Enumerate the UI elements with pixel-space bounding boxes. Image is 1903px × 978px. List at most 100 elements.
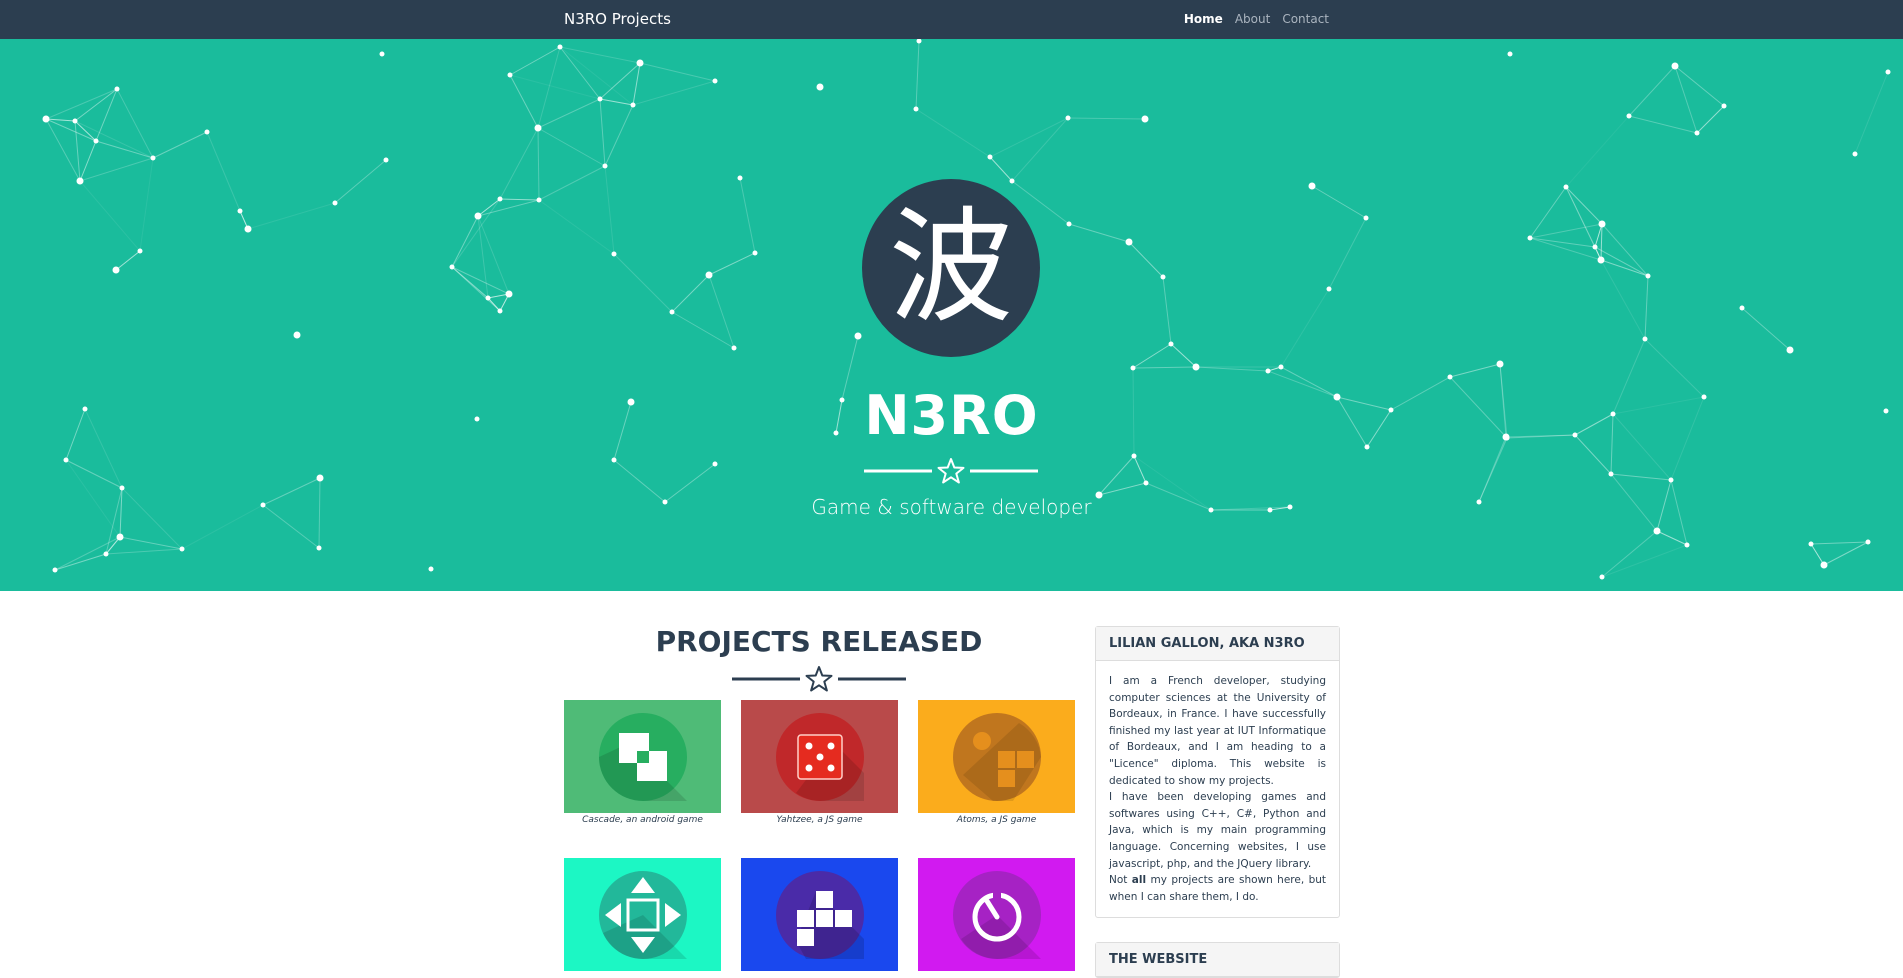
network-node: [1668, 477, 1674, 483]
network-node: [1626, 113, 1632, 119]
network-node: [987, 154, 993, 160]
network-node: [1066, 221, 1072, 227]
network-node: [497, 196, 503, 202]
network-node: [1563, 184, 1569, 190]
about-panel-title: Lilian Gallon, aka N3RO: [1096, 627, 1339, 661]
network-node: [1308, 182, 1316, 190]
network-line: [559, 46, 601, 100]
network-line: [1644, 275, 1649, 340]
network-line: [613, 253, 673, 313]
network-line: [95, 140, 154, 159]
network-node: [1852, 151, 1858, 157]
network-line: [499, 198, 540, 201]
network-node: [379, 51, 385, 57]
network-node: [1447, 374, 1453, 380]
network-node: [705, 271, 713, 279]
timer-icon: [960, 890, 1041, 959]
about-emphasis: all: [1131, 874, 1147, 887]
network-node: [1684, 542, 1690, 548]
network-line: [1132, 366, 1197, 369]
network-node: [536, 197, 542, 203]
network-node: [1653, 527, 1661, 535]
website-panel-title: The website: [1096, 943, 1339, 977]
network-line: [559, 46, 634, 106]
project-tile-timer[interactable]: [918, 858, 1075, 971]
network-node: [485, 295, 491, 301]
network-node: [244, 225, 252, 233]
network-line: [989, 156, 1013, 182]
project-tile-yahtzee[interactable]: [741, 700, 898, 813]
star-icon: [937, 458, 965, 484]
top-navbar: N3RO Projects Home About Contact: [0, 0, 1903, 39]
network-line: [116, 88, 154, 159]
network-line: [1565, 186, 1603, 225]
network-line: [79, 157, 154, 182]
network-line: [45, 118, 81, 182]
network-line: [1132, 343, 1172, 369]
network-node: [1065, 115, 1071, 121]
network-node: [1192, 363, 1200, 371]
network-node: [731, 345, 737, 351]
projects-heading: PROJECTS RELEASED: [655, 625, 983, 658]
about-paragraph: I am a French developer, studying comput…: [1109, 675, 1326, 787]
network-node: [1131, 453, 1137, 459]
network-node: [1143, 480, 1149, 486]
network-line: [74, 120, 154, 159]
network-node: [505, 290, 513, 298]
hero-star-divider: [864, 458, 1038, 484]
network-line: [1565, 115, 1630, 188]
network-line: [599, 98, 606, 167]
network-line: [206, 131, 241, 212]
brand-link[interactable]: N3RO Projects: [564, 0, 671, 39]
network-node: [332, 200, 338, 206]
network-line: [1098, 482, 1147, 496]
network-line: [538, 165, 606, 201]
nav-home-link[interactable]: Home: [1178, 0, 1229, 39]
network-line: [1674, 65, 1725, 107]
about-panel: Lilian Gallon, aka N3RO I am a French de…: [1095, 626, 1340, 919]
network-node: [1721, 103, 1727, 109]
network-node: [507, 72, 513, 78]
network-node: [42, 115, 50, 123]
network-node: [913, 106, 919, 112]
about-paragraph: I have been developing games and softwar…: [1109, 791, 1326, 870]
hero-title: N3RO: [864, 384, 1039, 447]
about-text: Not: [1109, 874, 1132, 887]
project-tile-blocks[interactable]: [741, 858, 898, 971]
network-node: [1009, 178, 1015, 184]
network-line: [1162, 276, 1172, 345]
nav-about-link[interactable]: About: [1229, 0, 1276, 39]
network-line: [632, 80, 716, 106]
network-node: [52, 567, 58, 573]
network-node: [916, 39, 922, 44]
network-node: [112, 266, 120, 274]
project-tile-cascade[interactable]: [564, 700, 721, 813]
network-node: [669, 309, 675, 315]
network-node: [316, 474, 324, 482]
project-tile-arrows[interactable]: [564, 858, 721, 971]
network-line: [537, 127, 606, 167]
network-line: [989, 117, 1069, 158]
network-node: [116, 533, 124, 541]
network-line: [1600, 223, 1603, 261]
network-line: [1854, 71, 1889, 155]
network-line: [1449, 363, 1501, 378]
network-line: [1674, 65, 1698, 134]
network-node: [237, 208, 243, 214]
network-node: [1671, 62, 1679, 70]
nav-contact-link[interactable]: Contact: [1276, 0, 1335, 39]
network-line: [1068, 223, 1130, 243]
network-line: [499, 127, 539, 200]
network-line: [1328, 217, 1367, 290]
network-line: [1810, 541, 1869, 545]
dice-icon: [795, 733, 864, 801]
network-node: [474, 212, 482, 220]
logo-avatar: 波: [862, 179, 1040, 357]
network-line: [1170, 343, 1197, 368]
network-line: [1280, 288, 1330, 368]
network-line: [54, 553, 107, 571]
project-tile-atoms[interactable]: [918, 700, 1075, 813]
hero-subtitle: Game & software developer: [811, 495, 1092, 519]
network-node: [1507, 51, 1513, 57]
network-node: [854, 332, 862, 340]
